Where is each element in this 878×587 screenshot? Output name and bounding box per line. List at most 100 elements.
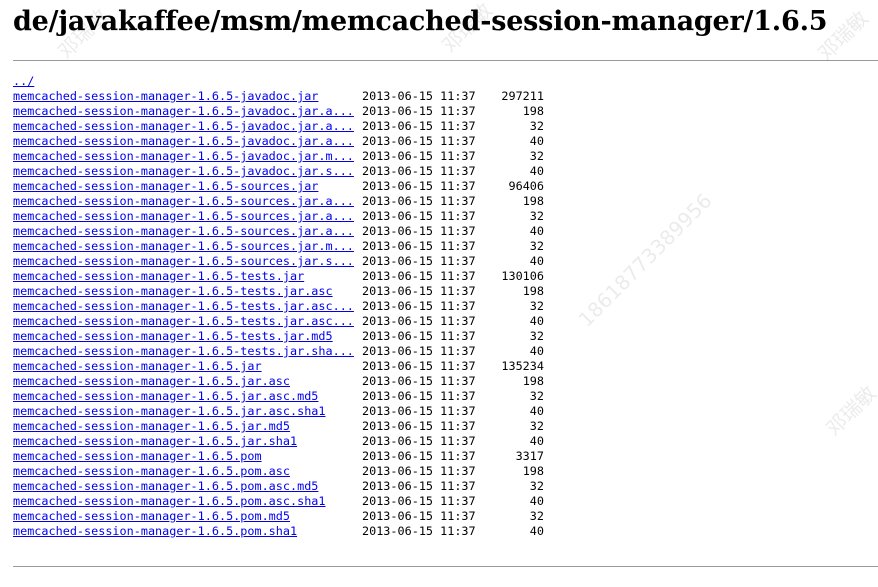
- file-date: 2013-06-15 11:37: [362, 509, 476, 523]
- file-link[interactable]: memcached-session-manager-1.6.5-javadoc.…: [13, 119, 354, 134]
- file-link[interactable]: memcached-session-manager-1.6.5.jar.asc.…: [13, 404, 326, 419]
- file-row: memcached-session-manager-1.6.5-tests.ja…: [13, 344, 544, 359]
- file-link[interactable]: memcached-session-manager-1.6.5-tests.ja…: [13, 314, 354, 329]
- file-row: memcached-session-manager-1.6.5-tests.ja…: [13, 314, 544, 329]
- file-size: 198: [522, 104, 544, 118]
- file-date: 2013-06-15 11:37: [362, 344, 476, 358]
- file-date: 2013-06-15 11:37: [362, 299, 476, 313]
- file-date: 2013-06-15 11:37: [362, 284, 476, 298]
- file-date: 2013-06-15 11:37: [362, 524, 476, 538]
- file-size: 40: [529, 314, 544, 328]
- file-row: memcached-session-manager-1.6.5.pom.md5 2…: [13, 509, 544, 524]
- file-link[interactable]: memcached-session-manager-1.6.5-sources.…: [13, 254, 354, 269]
- file-row: memcached-session-manager-1.6.5-tests.ja…: [13, 299, 544, 314]
- file-link[interactable]: memcached-session-manager-1.6.5-sources.…: [13, 239, 354, 254]
- file-size: 40: [529, 494, 544, 508]
- file-link[interactable]: memcached-session-manager-1.6.5.jar.md5: [13, 419, 290, 434]
- top-divider: [13, 60, 878, 61]
- file-link[interactable]: memcached-session-manager-1.6.5.pom.sha1: [13, 524, 297, 539]
- file-row: memcached-session-manager-1.6.5.pom.asc.…: [13, 494, 544, 509]
- bottom-divider: [13, 566, 878, 567]
- parent-directory-row: ../: [13, 74, 41, 89]
- file-date: 2013-06-15 11:37: [362, 119, 476, 133]
- file-size: 32: [529, 209, 544, 223]
- watermark-text: 邓瑞敏: [821, 380, 878, 441]
- file-link[interactable]: memcached-session-manager-1.6.5-sources.…: [13, 224, 354, 239]
- file-row: memcached-session-manager-1.6.5.pom 2013-…: [13, 449, 544, 464]
- file-link[interactable]: memcached-session-manager-1.6.5-javadoc.…: [13, 149, 354, 164]
- file-link[interactable]: memcached-session-manager-1.6.5-tests.ja…: [13, 344, 354, 359]
- file-size: 96406: [508, 179, 544, 193]
- file-row: memcached-session-manager-1.6.5.pom.asc.…: [13, 479, 544, 494]
- file-size: 40: [529, 434, 544, 448]
- file-row: memcached-session-manager-1.6.5-sources.…: [13, 224, 544, 239]
- file-link[interactable]: memcached-session-manager-1.6.5-sources.…: [13, 179, 318, 194]
- file-row: memcached-session-manager-1.6.5.jar.asc 2…: [13, 374, 544, 389]
- file-link[interactable]: memcached-session-manager-1.6.5.jar.sha1: [13, 434, 297, 449]
- file-row: memcached-session-manager-1.6.5-tests.ja…: [13, 329, 544, 344]
- file-link[interactable]: memcached-session-manager-1.6.5.pom.asc.…: [13, 494, 326, 509]
- file-size: 198: [522, 284, 544, 298]
- file-size: 198: [522, 464, 544, 478]
- file-link[interactable]: memcached-session-manager-1.6.5-javadoc.…: [13, 104, 354, 119]
- file-row: memcached-session-manager-1.6.5-sources.…: [13, 179, 544, 194]
- file-size: 32: [529, 479, 544, 493]
- file-row: memcached-session-manager-1.6.5-sources.…: [13, 209, 544, 224]
- page-title: de/javakaffee/msm/memcached-session-mana…: [13, 6, 828, 37]
- file-link[interactable]: memcached-session-manager-1.6.5-tests.ja…: [13, 329, 333, 344]
- file-date: 2013-06-15 11:37: [362, 194, 476, 208]
- file-size: 32: [529, 419, 544, 433]
- file-link[interactable]: memcached-session-manager-1.6.5-tests.ja…: [13, 284, 333, 299]
- file-row: memcached-session-manager-1.6.5-sources.…: [13, 194, 544, 209]
- file-date: 2013-06-15 11:37: [362, 359, 476, 373]
- file-link[interactable]: memcached-session-manager-1.6.5.pom: [13, 449, 262, 464]
- file-link[interactable]: memcached-session-manager-1.6.5.jar: [13, 359, 262, 374]
- file-listing: ../ memcached-session-manager-1.6.5-java…: [13, 74, 544, 539]
- file-size: 40: [529, 164, 544, 178]
- file-date: 2013-06-15 11:37: [362, 239, 476, 253]
- file-size: 130106: [501, 269, 544, 283]
- file-link[interactable]: memcached-session-manager-1.6.5.pom.asc.…: [13, 479, 318, 494]
- file-size: 40: [529, 134, 544, 148]
- file-link[interactable]: memcached-session-manager-1.6.5-javadoc.…: [13, 89, 318, 104]
- file-date: 2013-06-15 11:37: [362, 209, 476, 223]
- file-date: 2013-06-15 11:37: [362, 374, 476, 388]
- file-size: 40: [529, 344, 544, 358]
- file-size: 32: [529, 329, 544, 343]
- file-row: memcached-session-manager-1.6.5-javadoc.…: [13, 119, 544, 134]
- file-date: 2013-06-15 11:37: [362, 254, 476, 268]
- file-link[interactable]: memcached-session-manager-1.6.5-sources.…: [13, 209, 354, 224]
- file-date: 2013-06-15 11:37: [362, 494, 476, 508]
- file-date: 2013-06-15 11:37: [362, 224, 476, 238]
- file-link[interactable]: memcached-session-manager-1.6.5-javadoc.…: [13, 164, 354, 179]
- file-date: 2013-06-15 11:37: [362, 269, 476, 283]
- file-size: 32: [529, 239, 544, 253]
- file-date: 2013-06-15 11:37: [362, 89, 476, 103]
- parent-directory-link[interactable]: ../: [13, 74, 34, 89]
- file-row: memcached-session-manager-1.6.5.pom.asc 2…: [13, 464, 544, 479]
- file-link[interactable]: memcached-session-manager-1.6.5.jar.asc.…: [13, 389, 318, 404]
- file-row: memcached-session-manager-1.6.5-javadoc.…: [13, 134, 544, 149]
- file-date: 2013-06-15 11:37: [362, 104, 476, 118]
- file-size: 32: [529, 119, 544, 133]
- file-date: 2013-06-15 11:37: [362, 479, 476, 493]
- file-date: 2013-06-15 11:37: [362, 134, 476, 148]
- file-row: memcached-session-manager-1.6.5-javadoc.…: [13, 104, 544, 119]
- file-size: 32: [529, 389, 544, 403]
- file-link[interactable]: memcached-session-manager-1.6.5-tests.ja…: [13, 269, 304, 284]
- file-link[interactable]: memcached-session-manager-1.6.5-sources.…: [13, 194, 354, 209]
- file-size: 198: [522, 194, 544, 208]
- file-row: memcached-session-manager-1.6.5.jar.asc.…: [13, 404, 544, 419]
- file-link[interactable]: memcached-session-manager-1.6.5.pom.asc: [13, 464, 290, 479]
- file-date: 2013-06-15 11:37: [362, 329, 476, 343]
- file-link[interactable]: memcached-session-manager-1.6.5-javadoc.…: [13, 134, 354, 149]
- file-date: 2013-06-15 11:37: [362, 464, 476, 478]
- file-row: memcached-session-manager-1.6.5.jar.asc.…: [13, 389, 544, 404]
- file-size: 32: [529, 299, 544, 313]
- file-row: memcached-session-manager-1.6.5-javadoc.…: [13, 89, 544, 104]
- file-size: 40: [529, 254, 544, 268]
- file-link[interactable]: memcached-session-manager-1.6.5.pom.md5: [13, 509, 290, 524]
- file-row: memcached-session-manager-1.6.5-tests.ja…: [13, 269, 544, 284]
- file-link[interactable]: memcached-session-manager-1.6.5-tests.ja…: [13, 299, 354, 314]
- file-link[interactable]: memcached-session-manager-1.6.5.jar.asc: [13, 374, 290, 389]
